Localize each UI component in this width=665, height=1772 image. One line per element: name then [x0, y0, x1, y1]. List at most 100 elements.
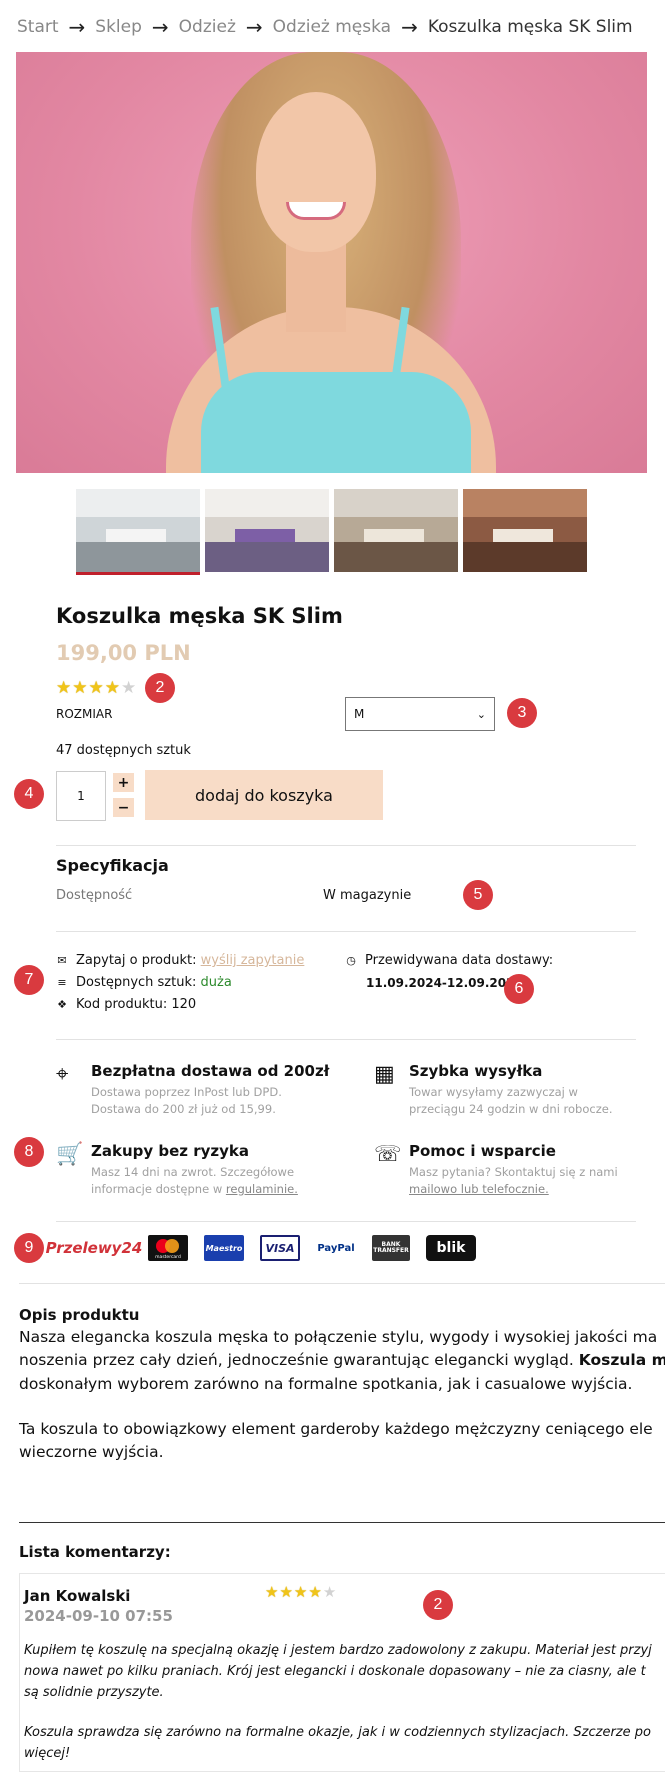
divider — [56, 1221, 636, 1222]
add-to-cart-button[interactable]: dodaj do koszyka — [145, 770, 383, 820]
visa-logo: VISA — [260, 1235, 300, 1261]
quantity-minus-button[interactable]: − — [113, 798, 134, 817]
description-line: noszenia przez cały dzień, jednocześnie … — [19, 1351, 579, 1370]
blik-logo: blik — [426, 1235, 476, 1261]
star-icon: ★ — [88, 678, 104, 698]
breadcrumb-current: Koszulka męska SK Slim — [427, 17, 633, 37]
payment-methods: Przelewy24 mastercard Maestro VISA PayPa… — [46, 1235, 476, 1261]
breadcrumb-clothing[interactable]: Odzież — [179, 17, 236, 37]
ask-about-product: ✉ Zapytaj o produkt: wyślij zapytanie — [56, 953, 304, 968]
feature-title: Bezpłatna dostawa od 200zł — [91, 1062, 330, 1080]
product-code: ❖ Kod produktu: 120 — [56, 997, 196, 1012]
star-empty-icon: ★ — [322, 1583, 337, 1601]
feature-title: Szybka wysyłka — [409, 1062, 543, 1080]
description-line: Ta koszula to obowiązkowy element garder… — [19, 1419, 653, 1438]
comment-line: Koszula sprawdza się zarówno na formalne… — [24, 1725, 651, 1741]
delivery-estimate: ◷ Przewidywana data dostawy: — [345, 953, 553, 968]
feature-desc: Towar wysyłamy zazwyczaj w przeciągu 24 … — [409, 1085, 613, 1116]
star-icon: ★ — [104, 678, 120, 698]
location-pin-icon: ⌖ — [56, 1062, 69, 1087]
annotation-badge: 8 — [14, 1137, 44, 1167]
spec-availability-value: W magazynie — [323, 888, 412, 903]
size-select-value: M — [354, 707, 365, 721]
thumbnail-2[interactable] — [205, 489, 329, 572]
size-select[interactable]: M ⌄ — [345, 697, 495, 731]
thumbnail-4[interactable] — [463, 489, 587, 572]
divider — [56, 1039, 636, 1040]
feature-desc-text: Masz pytania? Skontaktuj się z nami — [409, 1165, 618, 1179]
star-icon: ★ — [308, 1583, 322, 1601]
arrow-right-icon: → — [401, 15, 418, 39]
product-main-image[interactable] — [16, 52, 647, 473]
description-line: Nasza elegancka koszula męska to połącze… — [19, 1328, 658, 1346]
size-label: ROZMIAR — [56, 707, 113, 721]
stack-icon: ≡ — [57, 976, 67, 989]
annotation-badge: 6 — [504, 974, 534, 1004]
thumbnail-1[interactable] — [76, 489, 200, 575]
comment-rating-stars: ★ ★ ★ ★ ★ — [265, 1585, 336, 1600]
available-label: Dostępnych sztuk: — [76, 975, 197, 990]
feature-desc: Masz 14 dni na zwrot. Szczegółowe inform… — [91, 1164, 341, 1197]
breadcrumb: Start → Sklep → Odzież → Odzież męska → … — [17, 15, 633, 39]
cart-icon: 🛒 — [56, 1142, 84, 1167]
mastercard-text: mastercard — [155, 1255, 181, 1260]
maestro-logo: Maestro — [204, 1235, 244, 1261]
feature-desc: Masz pytania? Skontaktuj się z nami mail… — [409, 1164, 639, 1197]
feature-title: Zakupy bez ryzyka — [91, 1142, 250, 1160]
support-icon: ☏ — [374, 1142, 402, 1167]
comment-text: Kupiłem tę koszulę na specjalną okazję i… — [24, 1641, 665, 1772]
breadcrumb-start[interactable]: Start — [17, 17, 59, 37]
arrow-right-icon: → — [68, 15, 86, 39]
diamond-icon: ❖ — [57, 998, 67, 1011]
comment-line: nowa nawet po kilku praniach. Krój jest … — [24, 1663, 646, 1679]
mastercard-logo: mastercard — [148, 1235, 188, 1261]
product-rating-stars: ★ ★ ★ ★ ★ — [56, 680, 136, 697]
clock-icon: ◷ — [346, 954, 356, 967]
star-icon: ★ — [279, 1583, 293, 1601]
thumbnail-3[interactable] — [334, 489, 458, 572]
breadcrumb-shop[interactable]: Sklep — [95, 17, 142, 37]
spec-availability-key: Dostępność — [56, 888, 133, 903]
available-value: duża — [200, 975, 232, 990]
star-empty-icon: ★ — [121, 678, 137, 698]
divider — [56, 845, 636, 846]
comment-author: Jan Kowalski — [24, 1587, 131, 1605]
terms-link[interactable]: regulaminie. — [226, 1182, 298, 1196]
breadcrumb-mens-clothing[interactable]: Odzież męska — [273, 17, 391, 37]
arrow-right-icon: → — [245, 15, 263, 39]
ask-label: Zapytaj o produkt: — [76, 953, 197, 968]
thumbnail-gallery — [76, 489, 587, 575]
arrow-right-icon: → — [151, 15, 169, 39]
annotation-badge: 4 — [14, 779, 44, 809]
feature-title: Pomoc i wsparcie — [409, 1142, 556, 1160]
contact-link[interactable]: mailowo lub telefocznie. — [409, 1182, 549, 1196]
star-icon: ★ — [265, 1583, 279, 1601]
feature-desc: Dostawa poprzez InPost lub DPD. Dostawa … — [91, 1085, 282, 1116]
comments-title: Lista komentarzy: — [19, 1543, 171, 1561]
product-code-text: Kod produktu: 120 — [76, 997, 197, 1012]
description-bold: Koszula m — [578, 1351, 665, 1370]
star-icon: ★ — [293, 1583, 308, 1601]
annotation-badge: 2 — [145, 673, 175, 703]
spec-title: Specyfikacja — [56, 856, 169, 875]
delivery-label: Przewidywana data dostawy: — [365, 953, 554, 968]
description-title: Opis produktu — [19, 1306, 140, 1324]
calendar-icon: ▦ — [374, 1062, 395, 1087]
divider — [56, 931, 636, 932]
annotation-badge: 3 — [507, 698, 537, 728]
annotation-badge: 5 — [463, 880, 493, 910]
stock-text: 47 dostępnych sztuk — [56, 743, 191, 758]
description-line: doskonałym wyborem zarówno na formalne s… — [19, 1374, 633, 1393]
divider — [19, 1522, 665, 1523]
envelope-icon: ✉ — [57, 954, 67, 967]
annotation-badge: 9 — [14, 1233, 44, 1263]
divider — [19, 1283, 665, 1284]
send-inquiry-link[interactable]: wyślij zapytanie — [201, 953, 305, 968]
annotation-badge: 7 — [14, 965, 44, 995]
annotation-badge: 2 — [423, 1590, 453, 1620]
star-icon: ★ — [72, 678, 88, 698]
description-text: Nasza elegancka koszula męska to połącze… — [19, 1326, 665, 1486]
quantity-input[interactable]: 1 — [56, 771, 106, 821]
quantity-plus-button[interactable]: + — [113, 773, 134, 792]
comment-line: więcej! — [24, 1746, 71, 1762]
